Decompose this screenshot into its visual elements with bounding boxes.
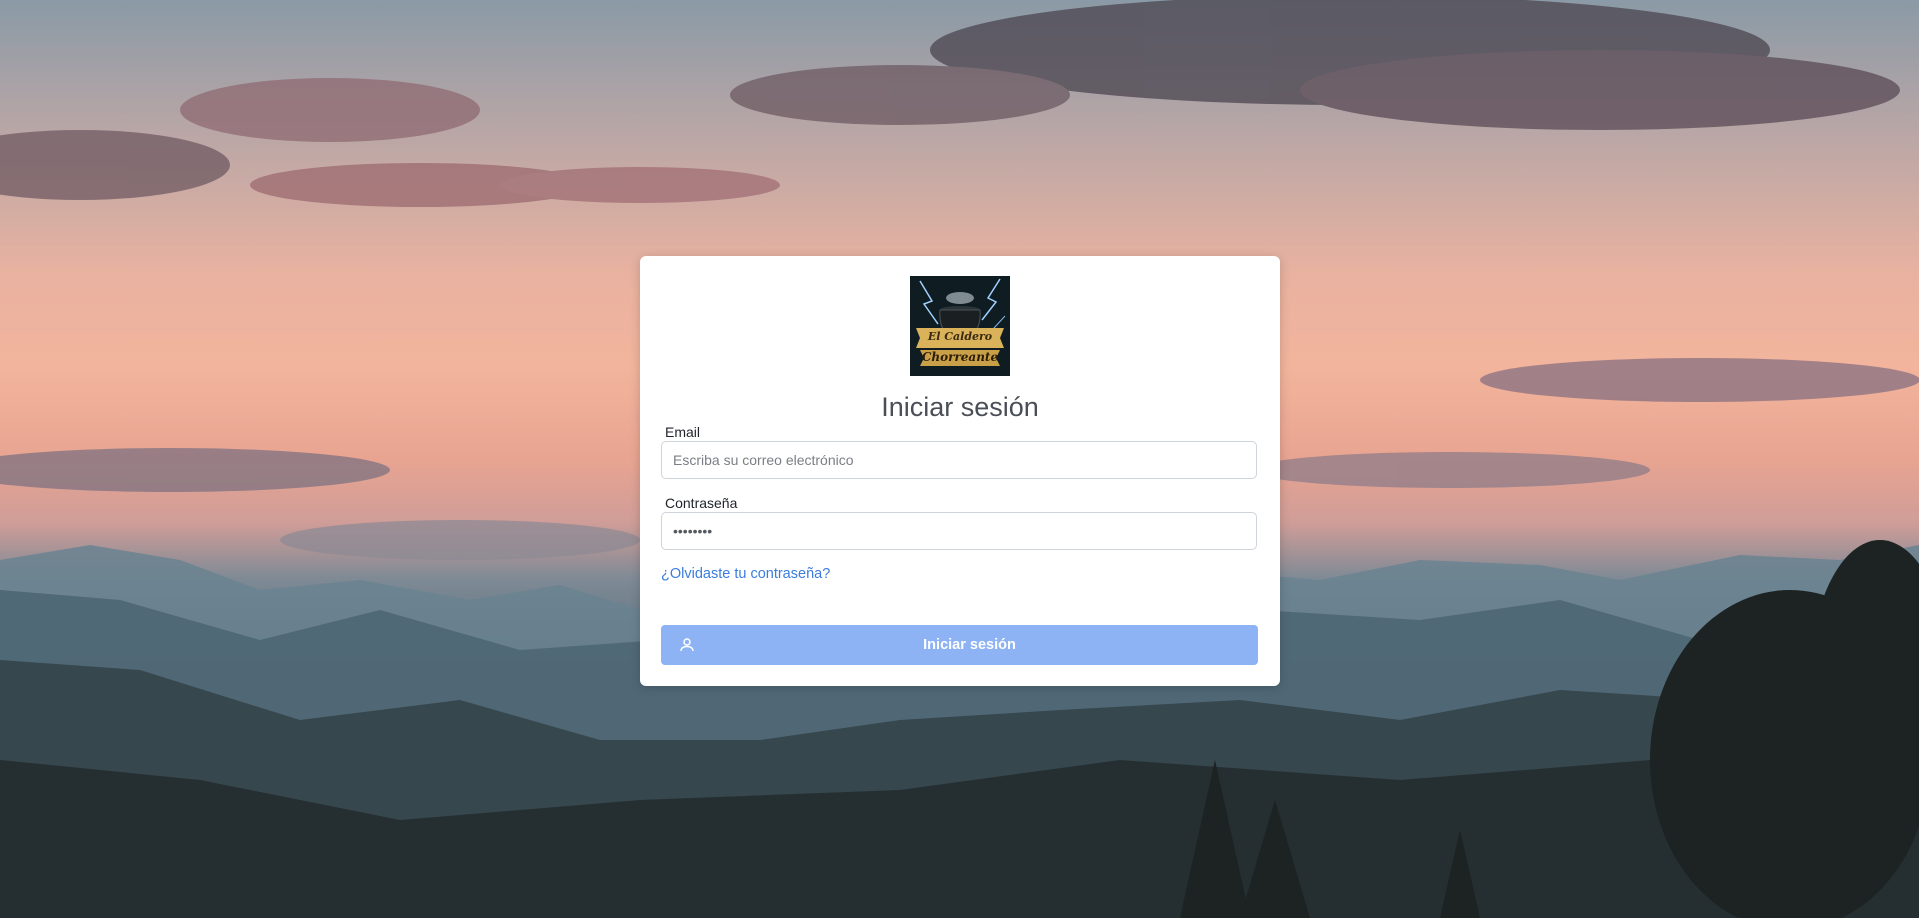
- login-submit-label: Iniciar sesión: [923, 637, 1016, 653]
- login-card: El Caldero Chorreante Iniciar sesión Ema…: [640, 256, 1280, 686]
- user-icon: [680, 638, 694, 652]
- logo-text-line1: El Caldero: [927, 330, 993, 343]
- forgot-password-link[interactable]: ¿Olvidaste tu contraseña?: [661, 566, 830, 582]
- login-submit-button[interactable]: Iniciar sesión: [661, 625, 1258, 665]
- email-label: Email: [665, 424, 701, 440]
- password-input[interactable]: [661, 512, 1257, 550]
- logo-text-line2: Chorreante: [921, 350, 999, 364]
- page-title: Iniciar sesión: [881, 392, 1039, 422]
- brand-logo: El Caldero Chorreante: [910, 276, 1010, 376]
- email-input[interactable]: [661, 441, 1257, 479]
- password-label: Contraseña: [665, 495, 738, 511]
